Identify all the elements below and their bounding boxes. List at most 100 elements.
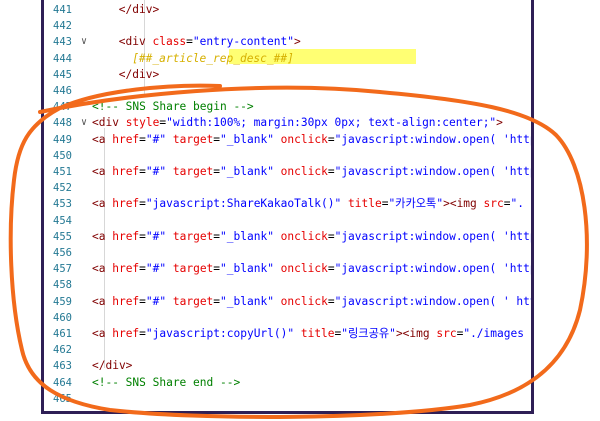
code-token: "#" [145, 132, 173, 146]
code-line[interactable]: <a href="#" target="_blank" onclick="jav… [92, 294, 534, 310]
code-token: [##_article_rep_desc_##] [132, 51, 294, 65]
code-token: = [327, 165, 335, 178]
code-line[interactable]: [##_article_rep_desc_##] [132, 51, 294, 67]
code-line[interactable]: </div> [92, 358, 132, 374]
code-token: = [139, 132, 146, 146]
code-token: "#" [145, 229, 173, 243]
code-token: href [112, 229, 140, 243]
code-token: style [125, 116, 160, 130]
line-number: 456 [53, 247, 72, 259]
code-token: class [152, 35, 187, 49]
code-token: <!-- SNS Share begin --> [92, 100, 254, 114]
code-token: > [496, 116, 503, 130]
code-token: target [172, 294, 214, 308]
code-token: = [139, 294, 146, 308]
code-token: "_blank" [220, 165, 281, 178]
code-token: "카카오톡" [388, 197, 444, 211]
code-token: "javascript:ShareKakaoTalk()" [145, 197, 348, 211]
code-token: href [112, 294, 140, 308]
code-line[interactable]: <div style="width:100%; margin:30px 0px;… [92, 115, 503, 131]
code-line[interactable]: <a href="#" target="_blank" onclick="jav… [92, 229, 534, 245]
code-line[interactable]: <!-- SNS Share end --> [92, 375, 240, 391]
code-token: target [172, 165, 214, 178]
code-token: target [172, 262, 214, 276]
code-token: "width:100%; margin:30px 0px; text-align… [166, 116, 497, 130]
code-token: "#" [145, 165, 173, 178]
fold-chevron-icon[interactable]: ∨ [78, 34, 90, 50]
line-number: 449 [53, 133, 72, 146]
code-line[interactable]: <div class="entry-content"> [119, 34, 301, 50]
code-token: ". [510, 197, 524, 211]
line-number: 441 [53, 4, 72, 16]
code-token: "javascript:window.open( ' htt [334, 294, 534, 308]
code-token: = [139, 327, 146, 340]
line-number: 459 [53, 295, 72, 308]
line-number: 455 [53, 230, 72, 243]
code-token: > [293, 35, 301, 49]
code-token: onclick [280, 132, 328, 146]
code-editor[interactable]: </div> <div class="entry-content"> [##_art… [41, 0, 534, 414]
line-number: 453 [53, 198, 72, 211]
code-line[interactable]: <a href="#" target="_blank" onclick="jav… [92, 132, 534, 148]
code-token: </div> [92, 359, 133, 373]
line-number: 454 [53, 214, 72, 227]
line-number: 460 [53, 311, 72, 324]
code-token: "#" [145, 294, 173, 308]
code-token: href [112, 327, 140, 340]
line-number: 457 [53, 263, 72, 276]
line-number: 462 [53, 344, 72, 357]
code-token: ><img [395, 327, 437, 340]
code-token: target [172, 229, 214, 243]
code-token: <div [118, 35, 153, 49]
code-token: <a [92, 294, 113, 308]
code-token: = [139, 197, 146, 211]
line-number: 465 [53, 392, 72, 405]
code-area[interactable]: </div> <div class="entry-content"> [##_art… [92, 0, 531, 411]
code-token: "javascript:copyUrl()" [145, 327, 301, 340]
line-number: 458 [53, 279, 72, 292]
code-token: "javascript:window.open( 'http [334, 132, 534, 146]
code-token: "entry-content" [192, 35, 294, 49]
line-number: 442 [53, 20, 72, 33]
code-token: onclick [280, 229, 328, 243]
line-number: 446 [53, 85, 72, 97]
line-number: 451 [53, 166, 72, 178]
code-token: "./images [463, 327, 524, 340]
code-token: href [112, 132, 140, 146]
code-token: target [172, 132, 214, 146]
code-token: "_blank" [220, 262, 281, 276]
code-token: = [327, 132, 335, 146]
fold-chevron-icon[interactable]: ∨ [78, 115, 90, 131]
code-token: = [139, 262, 146, 276]
line-number: 461 [53, 328, 72, 340]
code-token: = [186, 35, 193, 49]
code-token: "javascript:window.open( 'http [334, 229, 534, 243]
code-token: src [483, 197, 504, 211]
line-number: 464 [53, 376, 72, 389]
code-token: <a [92, 327, 113, 340]
code-line[interactable]: <a href="#" target="_blank" onclick="jav… [92, 261, 531, 277]
code-token: "#" [145, 262, 173, 276]
code-token: href [112, 262, 140, 276]
line-number: 447 [53, 101, 72, 114]
code-token: <div [92, 116, 126, 130]
code-token: onclick [280, 262, 328, 276]
code-token: </div> [118, 67, 160, 81]
code-token: <a [92, 132, 113, 146]
line-number: 463 [53, 360, 72, 373]
code-token: = [327, 294, 335, 308]
code-token: href [112, 165, 140, 178]
code-token: = [327, 229, 335, 243]
code-line[interactable]: <!-- SNS Share begin --> [92, 99, 254, 115]
code-line[interactable]: </div> [119, 67, 159, 83]
code-token: "_blank" [220, 132, 281, 146]
code-token: "_blank" [220, 229, 281, 243]
fold-gutter [76, 0, 92, 411]
code-token: </div> [118, 3, 160, 16]
code-line[interactable]: <a href="javascript:ShareKakaoTalk()" ti… [92, 196, 524, 212]
code-line[interactable]: <a href="javascript:copyUrl()" title="링크… [92, 326, 524, 342]
code-token: <a [92, 229, 113, 243]
line-number: 445 [53, 68, 72, 81]
code-line[interactable]: <a href="#" target="_blank" onclick="jav… [92, 164, 531, 180]
code-line[interactable]: </div> [119, 2, 159, 18]
